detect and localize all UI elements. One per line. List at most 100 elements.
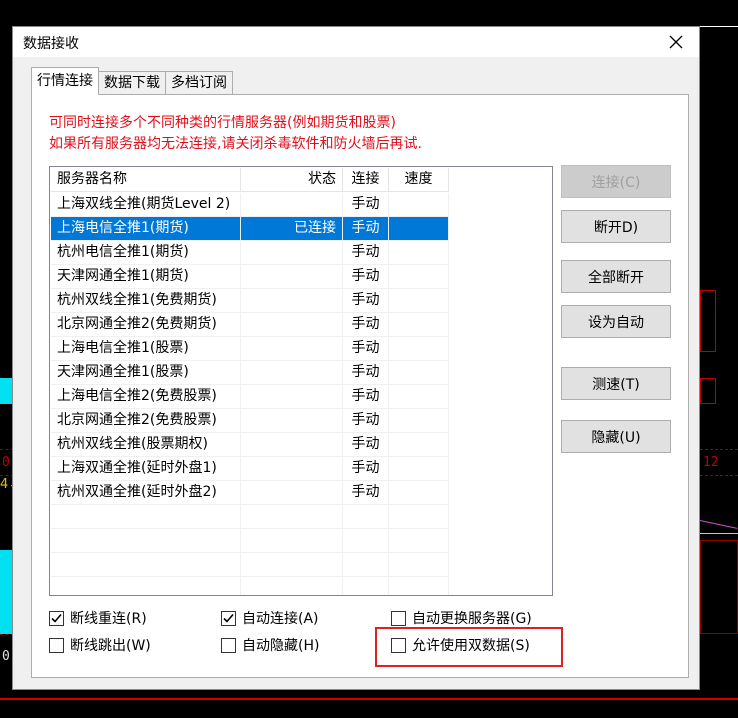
server-name-cell: 上海双通全推(延时外盘1) <box>51 457 241 481</box>
empty-row <box>51 553 449 577</box>
server-row[interactable]: 上海电信全推2(免费股票) 手动 <box>51 385 449 409</box>
server-connection-cell: 手动 <box>343 313 389 337</box>
server-status-cell <box>241 481 343 505</box>
empty-cell <box>51 577 241 595</box>
server-speed-cell <box>389 193 449 217</box>
disconnect-all-button[interactable]: 全部断开 <box>561 260 671 293</box>
server-name-cell: 北京网通全推2(免费期货) <box>51 313 241 337</box>
server-row[interactable]: 北京网通全推2(免费股票) 手动 <box>51 409 449 433</box>
title-bar: 数据接收 <box>13 27 699 57</box>
server-connection-cell: 手动 <box>343 265 389 289</box>
server-speed-cell <box>389 313 449 337</box>
checkbox-box[interactable] <box>221 610 236 626</box>
server-name-cell: 杭州双通全推(延时外盘2) <box>51 481 241 505</box>
server-row[interactable]: 杭州电信全推1(期货) 手动 <box>51 241 449 265</box>
server-name-cell: 上海电信全推2(免费股票) <box>51 385 241 409</box>
server-row[interactable]: 上海双通全推(延时外盘1) 手动 <box>51 457 449 481</box>
server-status-cell <box>241 361 343 385</box>
reconnect-checkbox[interactable]: 断线重连(R) <box>49 608 147 628</box>
server-name-cell: 上海双线全推(期货Level 2) <box>51 193 241 217</box>
server-speed-cell <box>389 217 449 241</box>
empty-cell <box>389 505 449 529</box>
checkbox-box[interactable] <box>221 637 236 653</box>
server-name-cell: 杭州双线全推1(免费期货) <box>51 289 241 313</box>
bg-chart-line <box>700 533 738 534</box>
notice-line-1: 可同时连接多个不同种类的行情服务器(例如期货和股票) <box>49 115 396 131</box>
close-button[interactable] <box>653 27 699 57</box>
server-connection-cell: 手动 <box>343 193 389 217</box>
auto-connect-label: 自动连接(A) <box>242 611 319 627</box>
speed-test-button[interactable]: 测速(T) <box>561 367 671 400</box>
server-speed-cell <box>389 385 449 409</box>
server-status-cell <box>241 313 343 337</box>
server-connection-cell: 手动 <box>343 217 389 241</box>
server-row[interactable]: 上海电信全推1(股票) 手动 <box>51 337 449 361</box>
server-name-cell: 杭州双线全推(股票期权) <box>51 433 241 457</box>
server-status-cell <box>241 193 343 217</box>
auto-hide-label: 自动隐藏(H) <box>242 638 320 654</box>
server-speed-cell <box>389 409 449 433</box>
empty-cell <box>389 529 449 553</box>
server-status-cell <box>241 241 343 265</box>
empty-cell <box>241 505 343 529</box>
column-header-connection[interactable]: 连接 <box>343 168 389 192</box>
empty-cell <box>241 529 343 553</box>
empty-cell <box>389 553 449 577</box>
checkbox-box[interactable] <box>391 610 406 626</box>
bg-label: 12 <box>703 455 719 470</box>
server-row[interactable]: 天津网通全推1(股票) 手动 <box>51 361 449 385</box>
hide-button[interactable]: 隐藏(U) <box>561 420 671 453</box>
server-status-cell <box>241 265 343 289</box>
server-speed-cell <box>389 241 449 265</box>
empty-cell <box>389 577 449 595</box>
connect-button[interactable]: 连接(C) <box>561 165 671 198</box>
set-auto-button[interactable]: 设为自动 <box>561 305 671 338</box>
server-row[interactable]: 杭州双线全推(股票期权) 手动 <box>51 433 449 457</box>
server-name-cell: 天津网通全推1(期货) <box>51 265 241 289</box>
drop-exit-checkbox[interactable]: 断线跳出(W) <box>49 635 151 655</box>
bg-white-line <box>700 26 738 27</box>
server-connection-cell: 手动 <box>343 385 389 409</box>
server-row[interactable]: 杭州双通全推(延时外盘2) 手动 <box>51 481 449 505</box>
disconnect-button[interactable]: 断开D) <box>561 210 671 243</box>
server-connection-cell: 手动 <box>343 289 389 313</box>
window-title: 数据接收 <box>23 36 79 52</box>
server-list-header: 服务器名称 状态 连接 速度 <box>51 168 449 192</box>
tab-data-download[interactable]: 数据下载 <box>98 71 166 95</box>
empty-cell <box>241 553 343 577</box>
server-row[interactable]: 上海双线全推(期货Level 2) 手动 <box>51 193 449 217</box>
column-header-status[interactable]: 状态 <box>241 168 343 192</box>
tab-market-connection[interactable]: 行情连接 <box>31 67 99 95</box>
checkbox-box[interactable] <box>49 610 64 626</box>
bg-red-box <box>700 378 716 404</box>
server-connection-cell: 手动 <box>343 361 389 385</box>
server-list[interactable]: 服务器名称 状态 连接 速度 上海双线全推(期货Level 2) 手动 上海电信全推… <box>49 166 553 596</box>
server-speed-cell <box>389 457 449 481</box>
server-speed-cell <box>389 337 449 361</box>
column-header-speed[interactable]: 速度 <box>389 168 449 192</box>
tab-multi-level-subscription[interactable]: 多档订阅 <box>165 71 233 95</box>
server-connection-cell: 手动 <box>343 481 389 505</box>
tab-bar: 行情连接 数据下载 多档订阅 <box>31 67 233 95</box>
server-connection-cell: 手动 <box>343 457 389 481</box>
server-row[interactable]: 北京网通全推2(免费期货) 手动 <box>51 313 449 337</box>
auto-connect-checkbox[interactable]: 自动连接(A) <box>221 608 319 628</box>
server-row[interactable]: 杭州双线全推1(免费期货) 手动 <box>51 289 449 313</box>
server-connection-cell: 手动 <box>343 241 389 265</box>
bg-label: 0 <box>2 649 10 664</box>
bg-chart-line <box>699 520 738 529</box>
data-receive-dialog: 数据接收 行情连接 数据下载 多档订阅 可同时连接多个不同种类的行情服务器(例如… <box>12 26 700 690</box>
server-row[interactable]: 上海电信全推1(期货) 已连接 手动 <box>51 217 449 241</box>
server-connection-cell: 手动 <box>343 433 389 457</box>
auto-hide-checkbox[interactable]: 自动隐藏(H) <box>221 635 319 655</box>
tab-panel: 可同时连接多个不同种类的行情服务器(例如期货和股票) 如果所有服务器均无法连接,… <box>31 94 689 678</box>
checkbox-box[interactable] <box>49 637 64 653</box>
server-speed-cell <box>389 361 449 385</box>
auto-switch-server-checkbox[interactable]: 自动更换服务器(G) <box>391 608 532 628</box>
empty-row <box>51 577 449 595</box>
empty-row <box>51 505 449 529</box>
column-header-name[interactable]: 服务器名称 <box>51 168 241 192</box>
server-row[interactable]: 天津网通全推1(期货) 手动 <box>51 265 449 289</box>
notice-line-2: 如果所有服务器均无法连接,请关闭杀毒软件和防火墙后再试. <box>49 136 422 152</box>
server-status-cell <box>241 409 343 433</box>
